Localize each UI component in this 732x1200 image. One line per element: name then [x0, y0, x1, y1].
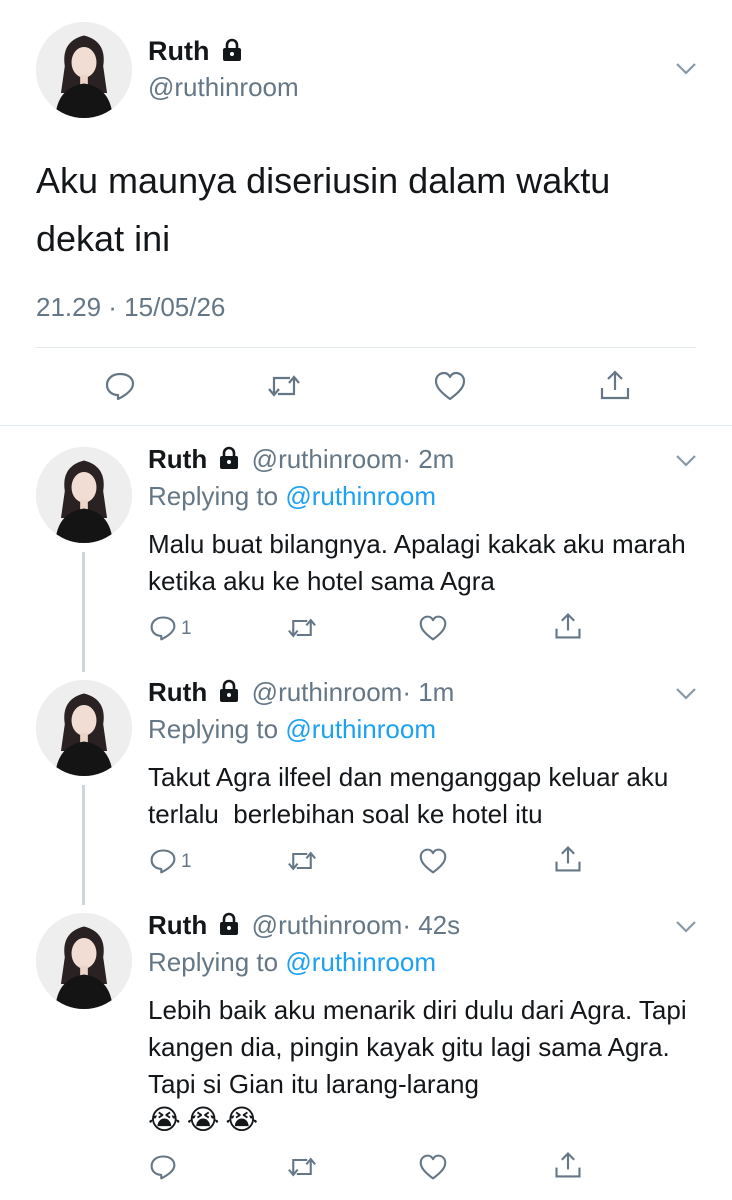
retweet-icon[interactable] [266, 370, 302, 402]
reply-icon[interactable] [149, 614, 177, 642]
tweet-age: · 2m [402, 444, 455, 474]
lock-icon [218, 446, 240, 477]
author-handle[interactable]: @ruthinroom [252, 444, 403, 474]
reply-header: Ruth @ruthinroom· 2m [148, 444, 454, 477]
tweet-text: Malu buat bilangnya. Apalagi kakak aku m… [148, 529, 686, 596]
share-icon[interactable] [553, 1150, 583, 1180]
thread-line [82, 552, 85, 672]
reply-count: 1 [181, 851, 192, 872]
avatar[interactable] [36, 680, 132, 776]
tweet-text: Takut Agra ilfeel dan menganggap keluar … [148, 762, 676, 829]
tweet-age: · 42s [402, 910, 461, 940]
author-name[interactable]: Ruth [148, 36, 243, 69]
reply-icon[interactable] [104, 370, 136, 402]
chevron-down-icon[interactable] [675, 920, 697, 934]
thread-line [82, 785, 85, 905]
tweet-text: Aku maunya diseriusin dalam waktu dekat … [36, 160, 611, 259]
reply-header: Ruth @ruthinroom· 1m [148, 677, 454, 710]
avatar[interactable] [36, 447, 132, 543]
author-handle[interactable]: @ruthinroom [148, 72, 299, 103]
lock-icon [221, 38, 243, 69]
replying-to: Replying to @ruthinroom [148, 481, 436, 511]
retweet-icon[interactable] [286, 1153, 318, 1181]
avatar[interactable] [36, 913, 132, 1009]
divider [36, 347, 696, 348]
retweet-icon[interactable] [286, 847, 318, 875]
reply-header: Ruth @ruthinroom· 42s [148, 910, 460, 943]
replying-to: Replying to @ruthinroom [148, 714, 436, 744]
tweet-text: Lebih baik aku menarik diri dulu dari Ag… [148, 995, 687, 1099]
chevron-down-icon[interactable] [675, 454, 697, 468]
author-handle[interactable]: @ruthinroom [252, 910, 403, 940]
share-icon[interactable] [553, 844, 583, 874]
share-icon[interactable] [598, 368, 632, 402]
author-name[interactable]: Ruth [148, 677, 207, 707]
like-icon[interactable] [418, 1153, 448, 1181]
author-handle[interactable]: @ruthinroom [252, 677, 403, 707]
tweet-age: · 1m [402, 677, 455, 707]
lock-icon [218, 912, 240, 943]
replying-to-handle[interactable]: @ruthinroom [285, 481, 436, 511]
replying-to-handle[interactable]: @ruthinroom [285, 947, 436, 977]
emoji-text: 😭😭😭 [148, 1104, 265, 1135]
reply-icon[interactable] [149, 1153, 177, 1181]
chevron-down-icon[interactable] [675, 62, 697, 76]
like-icon[interactable] [418, 847, 448, 875]
reply-icon[interactable] [149, 847, 177, 875]
share-icon[interactable] [553, 611, 583, 641]
section-divider [0, 425, 732, 426]
like-icon[interactable] [418, 614, 448, 642]
retweet-icon[interactable] [286, 614, 318, 642]
reply-count: 1 [181, 618, 192, 639]
replying-to-handle[interactable]: @ruthinroom [285, 714, 436, 744]
replying-to: Replying to @ruthinroom [148, 947, 436, 977]
lock-icon [218, 679, 240, 710]
avatar[interactable] [36, 22, 132, 118]
author-name[interactable]: Ruth [148, 444, 207, 474]
author-name[interactable]: Ruth [148, 910, 207, 940]
chevron-down-icon[interactable] [675, 687, 697, 701]
tweet-timestamp: 21.29 · 15/05/26 [36, 292, 226, 322]
like-icon[interactable] [433, 370, 467, 402]
